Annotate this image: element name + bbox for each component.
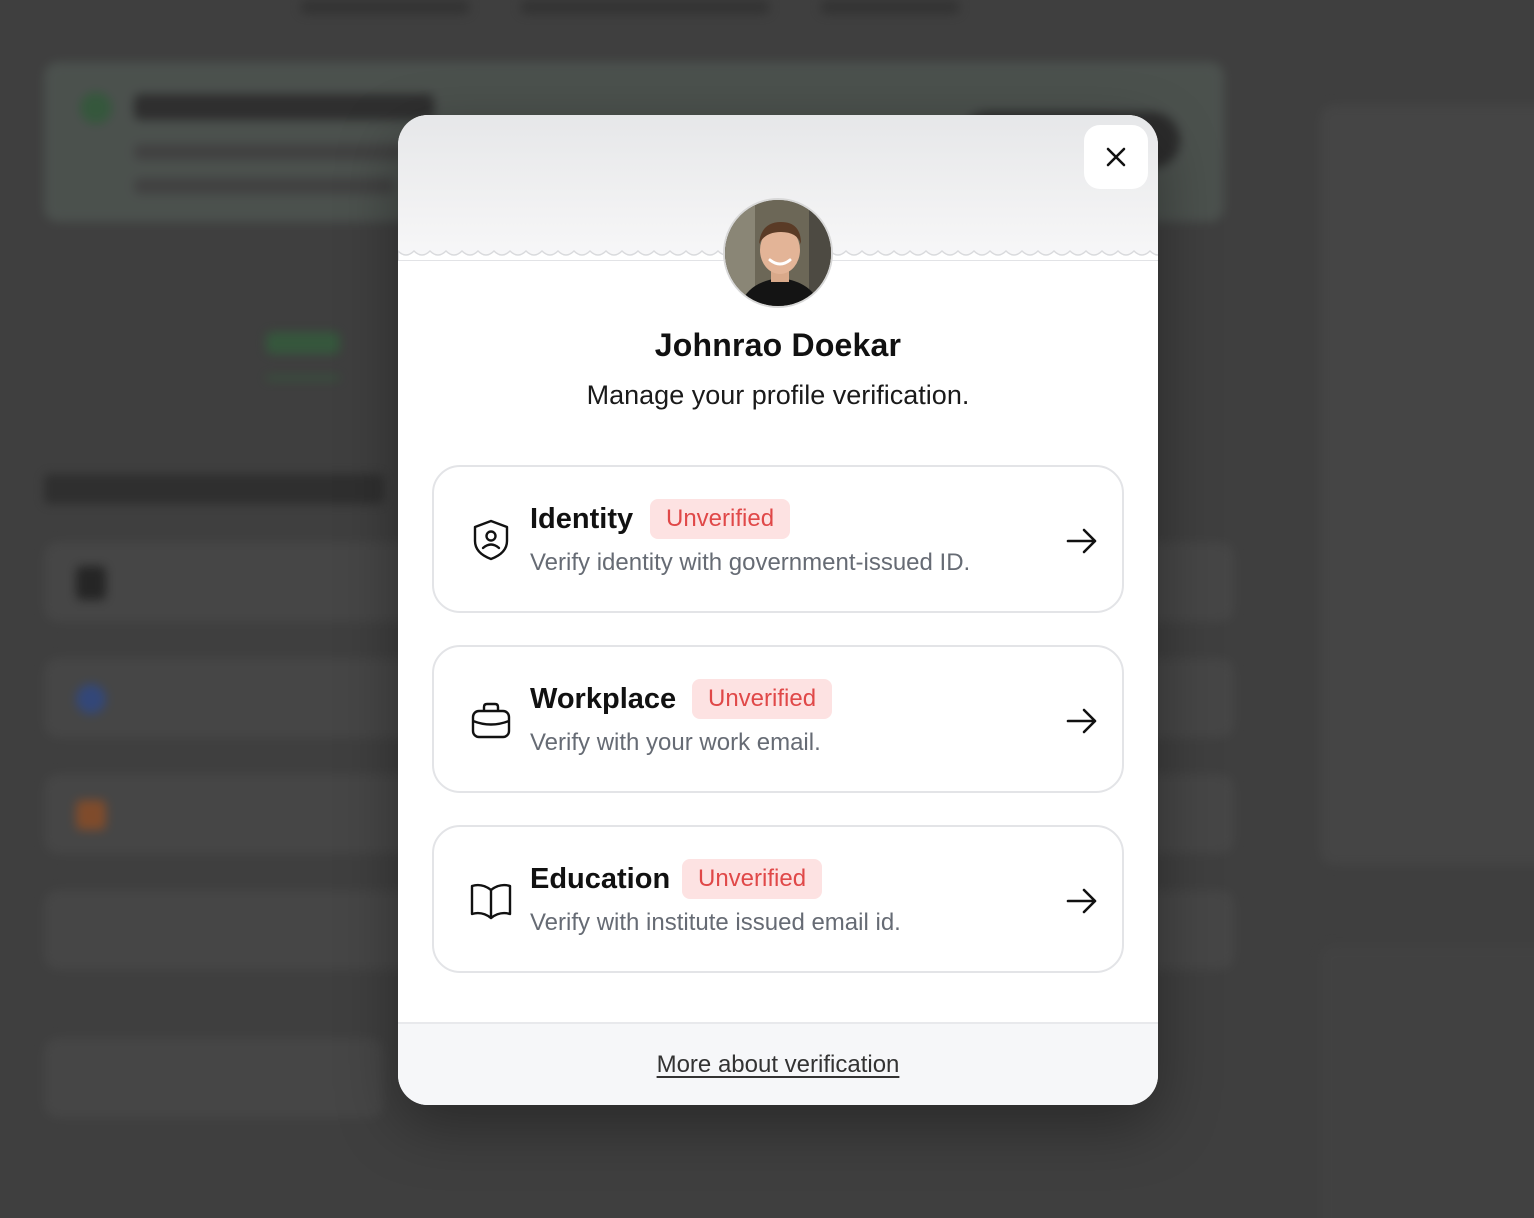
bg-side-card bbox=[1320, 105, 1534, 865]
workplace-status-badge: Unverified bbox=[692, 679, 833, 719]
shield-user-icon bbox=[473, 519, 509, 561]
education-description: Verify with institute issued email id. bbox=[530, 909, 901, 936]
bg-tab bbox=[266, 332, 340, 354]
bg-row-icon bbox=[76, 684, 106, 714]
bg-row-icon bbox=[76, 566, 106, 600]
bg-row bbox=[44, 1038, 384, 1118]
bg-section-title bbox=[44, 474, 384, 504]
workplace-description: Verify with your work email. bbox=[530, 729, 821, 756]
bg-nav-item bbox=[820, 0, 960, 14]
profile-name: Johnrao Doekar bbox=[654, 327, 902, 363]
arrow-right-icon bbox=[1066, 528, 1097, 554]
close-icon bbox=[1106, 147, 1126, 167]
education-verification-card[interactable]: Education Unverified Verify with institu… bbox=[432, 825, 1124, 973]
avatar bbox=[723, 198, 833, 308]
bg-analytics-card bbox=[1320, 945, 1534, 1218]
bg-nav-item bbox=[520, 0, 770, 14]
identity-description: Verify identity with government-issued I… bbox=[530, 549, 971, 576]
book-open-icon bbox=[470, 883, 512, 920]
arrow-right-icon bbox=[1066, 708, 1097, 734]
bg-banner-text bbox=[134, 178, 394, 194]
identity-title: Identity bbox=[530, 503, 634, 535]
profile-subtitle: Manage your profile verification. bbox=[586, 380, 970, 410]
education-status-badge: Unverified bbox=[682, 859, 823, 899]
bg-banner-title bbox=[134, 94, 434, 120]
bg-row-icon bbox=[76, 800, 106, 830]
close-button[interactable] bbox=[1084, 125, 1148, 189]
identity-verification-card[interactable]: Identity Unverified Verify identity with… bbox=[432, 465, 1124, 613]
verification-modal: Johnrao Doekar Manage your profile verif… bbox=[398, 115, 1158, 1105]
workplace-title: Workplace bbox=[530, 683, 677, 715]
more-about-verification-link[interactable]: More about verification bbox=[657, 1051, 900, 1079]
workplace-verification-card[interactable]: Workplace Unverified Verify with your wo… bbox=[432, 645, 1124, 793]
identity-status-badge: Unverified bbox=[650, 499, 791, 539]
modal-footer: More about verification bbox=[398, 1022, 1158, 1105]
bg-nav-item bbox=[300, 0, 470, 14]
avatar-image bbox=[725, 200, 831, 306]
bg-tab-underline bbox=[266, 376, 340, 380]
education-title: Education bbox=[530, 863, 671, 895]
briefcase-icon bbox=[471, 702, 511, 739]
bg-banner-text bbox=[134, 144, 404, 160]
bg-banner-icon bbox=[80, 92, 112, 124]
arrow-right-icon bbox=[1066, 888, 1097, 914]
